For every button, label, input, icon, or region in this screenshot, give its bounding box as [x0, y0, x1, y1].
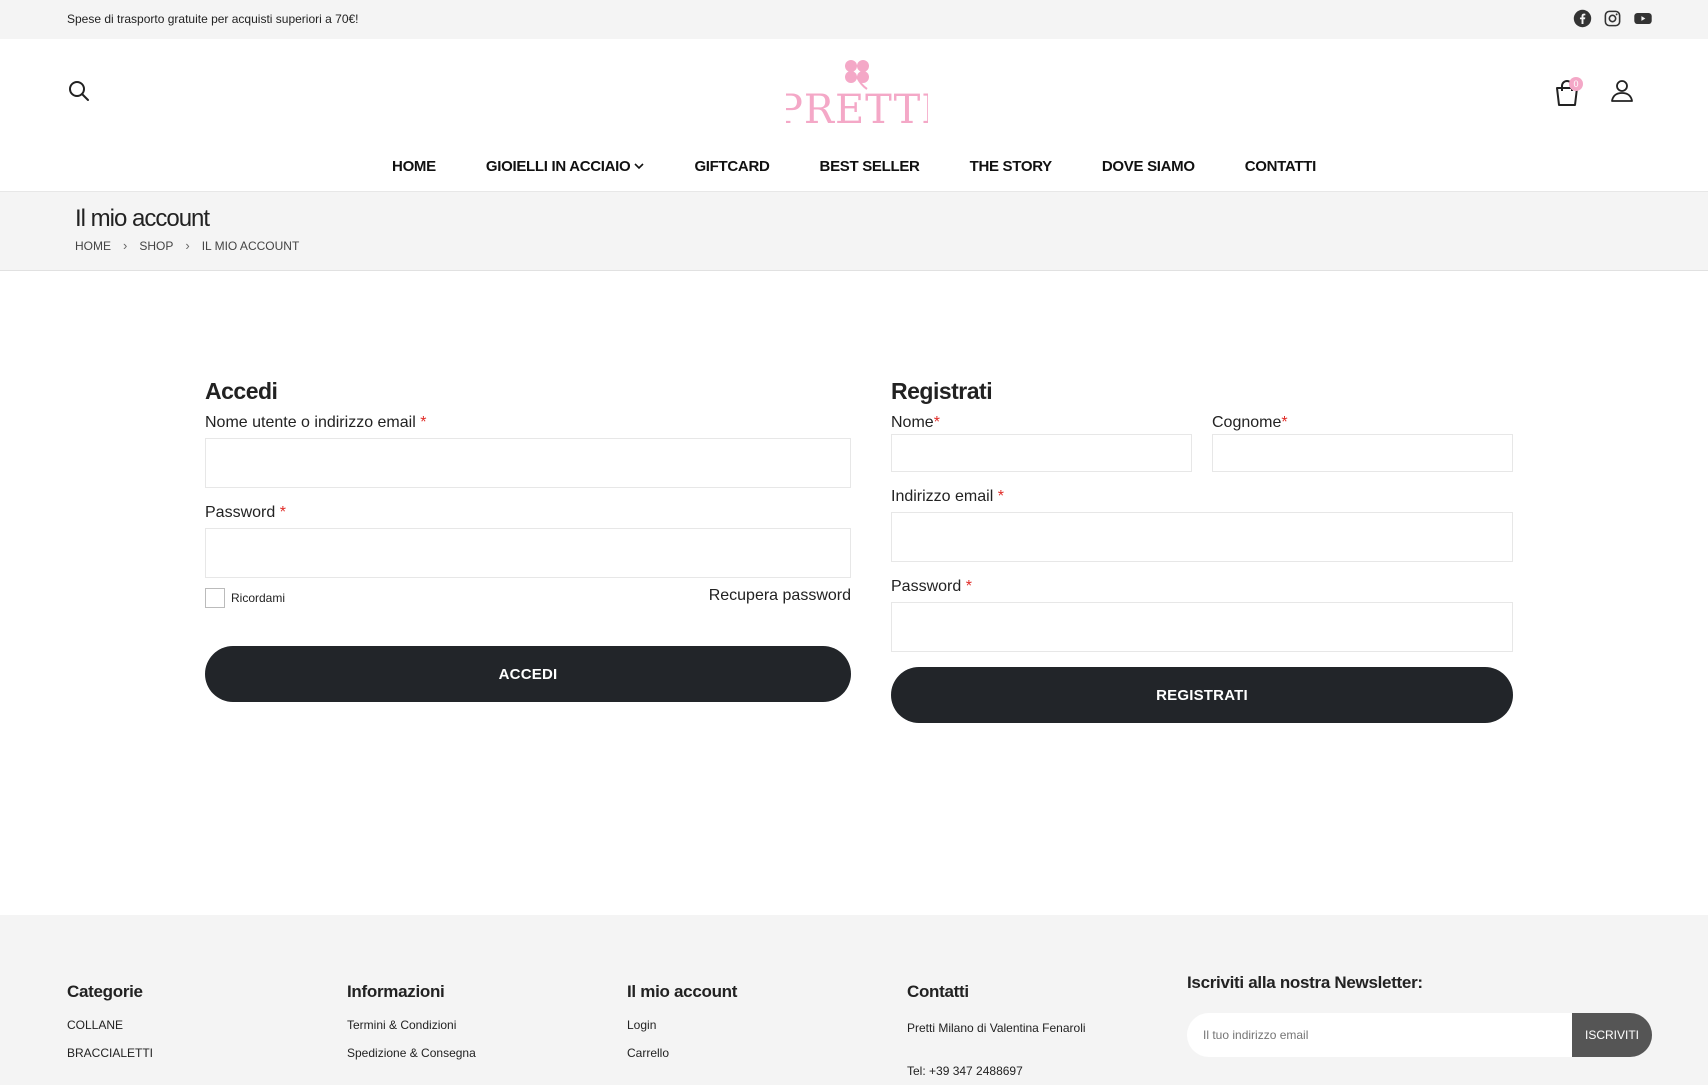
site-header: PRETTI 0 HOME GIOIELLI IN ACCIAIO GIFTCA…	[0, 39, 1708, 191]
footer-link[interactable]: Spedizione & Consegna	[347, 1046, 476, 1060]
shipping-promo: Spese di trasporto gratuite per acquisti…	[67, 12, 359, 26]
nav-label: GIFTCARD	[694, 157, 770, 175]
login-options: Ricordami Recupera password	[205, 587, 851, 646]
username-input[interactable]	[205, 438, 851, 488]
chevron-right-icon: ›	[185, 238, 190, 253]
nav-item-giftcard[interactable]: GIFTCARD	[694, 154, 769, 178]
reg-password-input[interactable]	[891, 602, 1513, 652]
nav-label: THE STORY	[969, 157, 1053, 175]
chevron-down-icon	[634, 163, 645, 170]
breadcrumb-current: IL MIO ACCOUNT	[201, 238, 300, 253]
nav-item-best-seller[interactable]: BEST SELLER	[820, 154, 920, 178]
page-banner: Il mio account HOME › SHOP › IL MIO ACCO…	[0, 191, 1708, 271]
facebook-icon[interactable]	[1573, 9, 1592, 28]
recover-password-link[interactable]: Recupera password	[709, 587, 851, 605]
footer-contacts: Contatti Pretti Milano di Valentina Fena…	[907, 982, 1086, 1085]
footer-categories: Categorie COLLANE BRACCIALETTI	[67, 982, 153, 1074]
site-footer: Categorie COLLANE BRACCIALETTI Informazi…	[0, 915, 1708, 1085]
top-bar: Spese di trasporto gratuite per acquisti…	[0, 0, 1708, 39]
footer-heading: Categorie	[67, 982, 143, 1001]
footer-heading: Informazioni	[347, 982, 445, 1001]
newsletter: Iscriviti alla nostra Newsletter: ISCRIV…	[1187, 973, 1652, 1057]
login-title: Accedi	[205, 378, 278, 404]
contact-line: Pretti Milano di Valentina Fenaroli	[907, 1021, 1086, 1035]
password-input[interactable]	[205, 528, 851, 578]
contact-phone[interactable]: Tel: +39 347 2488697	[907, 1064, 1086, 1078]
first-name-label: Nome*	[891, 414, 1192, 432]
remember-checkbox[interactable]	[205, 588, 225, 608]
login-button[interactable]: ACCEDI	[205, 646, 851, 702]
nav-item-home[interactable]: HOME	[392, 154, 436, 178]
footer-info: Informazioni Termini & Condizioni Spediz…	[347, 982, 476, 1074]
label-text: Nome	[891, 414, 934, 431]
footer-link[interactable]: Termini & Condizioni	[347, 1018, 476, 1032]
nav-label: DOVE SIAMO	[1101, 157, 1195, 175]
footer-link[interactable]: Login	[627, 1018, 737, 1032]
required-mark: *	[933, 414, 940, 431]
email-label: Indirizzo email *	[891, 488, 1513, 506]
nav-item-gioielli[interactable]: GIOIELLI IN ACCIAIO	[486, 154, 645, 178]
register-button[interactable]: REGISTRATI	[891, 667, 1513, 723]
register-title: Registrati	[891, 378, 993, 404]
required-mark: *	[965, 578, 972, 595]
youtube-icon[interactable]	[1633, 9, 1652, 28]
site-logo[interactable]: PRETTI	[776, 55, 937, 133]
nav-label: GIOIELLI IN ACCIAIO	[485, 157, 631, 175]
login-form: Accedi Nome utente o indirizzo email * P…	[205, 378, 851, 702]
password-label: Password *	[205, 504, 851, 522]
page-title: Il mio account	[75, 205, 210, 232]
social-links	[1573, 9, 1652, 28]
label-text: Password	[891, 578, 962, 595]
cart-count-badge: 0	[1569, 77, 1583, 91]
name-row: Nome* Cognome*	[891, 414, 1513, 472]
required-mark: *	[1281, 414, 1288, 431]
required-mark: *	[997, 488, 1004, 505]
newsletter-title: Iscriviti alla nostra Newsletter:	[1187, 973, 1423, 992]
search-icon[interactable]	[67, 79, 91, 103]
username-label: Nome utente o indirizzo email *	[205, 414, 851, 432]
user-icon[interactable]	[1610, 79, 1634, 103]
footer-account: Il mio account Login Carrello	[627, 982, 737, 1074]
footer-link[interactable]: COLLANE	[67, 1018, 153, 1032]
last-name-input[interactable]	[1212, 434, 1513, 472]
last-name-group: Cognome*	[1212, 414, 1513, 472]
instagram-icon[interactable]	[1603, 9, 1622, 28]
footer-link[interactable]: BRACCIALETTI	[67, 1046, 153, 1060]
breadcrumb-shop[interactable]: SHOP	[139, 239, 173, 253]
logo-text: PRETTI	[786, 87, 928, 127]
remember-label[interactable]: Ricordami	[231, 591, 285, 605]
label-text: Nome utente o indirizzo email	[205, 414, 416, 431]
newsletter-subscribe-button[interactable]: ISCRIVITI	[1572, 1013, 1652, 1057]
nav-label: BEST SELLER	[819, 157, 920, 175]
newsletter-email-input[interactable]	[1187, 1013, 1572, 1057]
label-text: Cognome	[1212, 414, 1282, 431]
reg-password-label: Password *	[891, 578, 1513, 596]
newsletter-form: ISCRIVITI	[1187, 1013, 1652, 1057]
label-text: Indirizzo email	[891, 488, 994, 505]
main-nav: HOME GIOIELLI IN ACCIAIO GIFTCARD BEST S…	[0, 154, 1708, 178]
footer-heading: Il mio account	[627, 982, 738, 1001]
breadcrumb-home[interactable]: HOME	[75, 239, 111, 253]
label-text: Password	[205, 504, 276, 521]
nav-item-contatti[interactable]: CONTATTI	[1244, 154, 1317, 178]
required-mark: *	[420, 414, 427, 431]
nav-label: HOME	[392, 157, 436, 175]
breadcrumb: HOME › SHOP › IL MIO ACCOUNT	[75, 238, 299, 253]
register-form: Registrati Nome* Cognome* Indirizzo emai…	[891, 378, 1513, 723]
first-name-input[interactable]	[891, 434, 1192, 472]
nav-item-dove-siamo[interactable]: DOVE SIAMO	[1102, 154, 1195, 178]
first-name-group: Nome*	[891, 414, 1192, 472]
last-name-label: Cognome*	[1212, 414, 1513, 432]
footer-heading: Contatti	[907, 982, 969, 1001]
footer-link[interactable]: Carrello	[627, 1046, 737, 1060]
required-mark: *	[279, 504, 286, 521]
nav-item-the-story[interactable]: THE STORY	[969, 154, 1053, 178]
nav-label: CONTATTI	[1244, 157, 1317, 175]
chevron-right-icon: ›	[123, 238, 128, 253]
email-input[interactable]	[891, 512, 1513, 562]
